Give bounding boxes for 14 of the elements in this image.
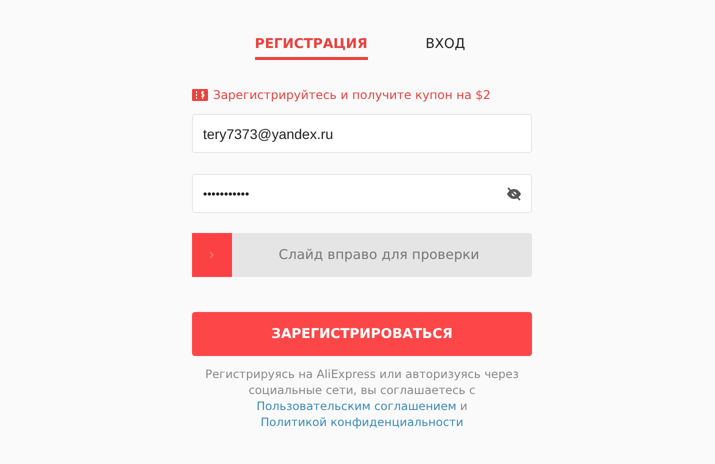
email-field[interactable]: tery7373@yandex.ru bbox=[192, 114, 532, 153]
privacy-policy-link[interactable]: Политикой конфиденциальности bbox=[260, 414, 464, 430]
password-field[interactable]: ••••••••••• bbox=[192, 174, 532, 213]
coupon-icon bbox=[192, 89, 208, 101]
slider-handle[interactable] bbox=[192, 233, 232, 277]
chevron-icon bbox=[209, 251, 215, 259]
terms-joiner: и bbox=[460, 399, 468, 413]
coupon-text: Зарегистрируйтесь и получите купон на $2 bbox=[213, 88, 491, 102]
user-agreement-link[interactable]: Пользовательским соглашением bbox=[256, 399, 456, 413]
tab[interactable]: ВХОД bbox=[426, 36, 466, 60]
eye-icon[interactable] bbox=[506, 187, 522, 201]
tab[interactable]: РЕГИСТРАЦИЯ bbox=[254, 36, 368, 60]
register-button[interactable]: ЗАРЕГИСТРИРОВАТЬСЯ bbox=[192, 312, 532, 356]
slider-label: Слайд вправо для проверки bbox=[278, 247, 480, 263]
